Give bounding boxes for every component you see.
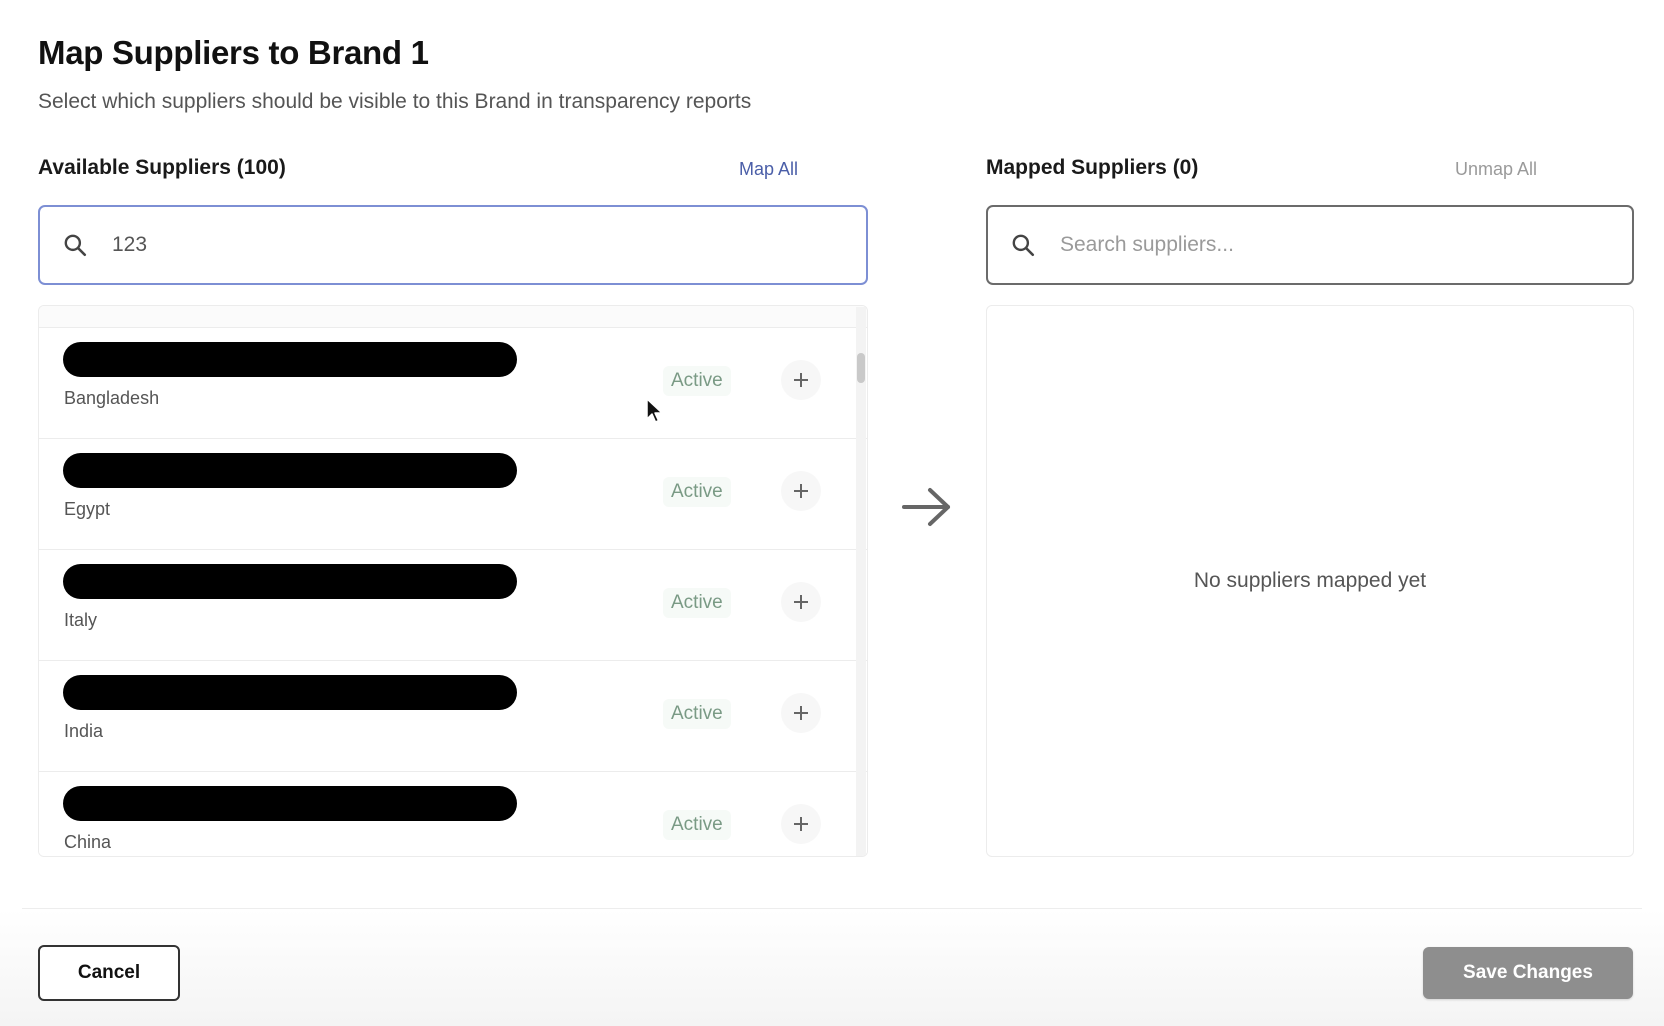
redacted-supplier-name — [63, 675, 517, 710]
list-top-spacer — [39, 306, 867, 328]
mouse-cursor-icon — [646, 398, 663, 423]
mapped-search-input[interactable] — [1060, 233, 1580, 257]
search-icon — [1008, 230, 1038, 260]
redacted-supplier-name — [63, 342, 517, 377]
empty-state-text: No suppliers mapped yet — [1193, 569, 1427, 592]
supplier-row: China Active — [39, 772, 867, 856]
list-scrollbar[interactable] — [856, 307, 866, 856]
status-badge: Active — [663, 366, 731, 396]
status-badge: Active — [663, 477, 731, 507]
search-icon — [60, 230, 90, 260]
status-badge: Active — [663, 699, 731, 729]
available-search-box[interactable] — [38, 205, 868, 285]
mapped-search-box[interactable] — [986, 205, 1634, 285]
mapped-suppliers-heading: Mapped Suppliers (0) — [986, 156, 1199, 179]
redacted-supplier-name — [63, 786, 517, 821]
plus-icon — [794, 706, 808, 720]
page-title: Map Suppliers to Brand 1 — [38, 34, 429, 71]
scrollbar-thumb[interactable] — [857, 353, 865, 383]
add-supplier-button[interactable] — [781, 693, 821, 733]
add-supplier-button[interactable] — [781, 582, 821, 622]
supplier-country: Italy — [64, 610, 98, 630]
status-badge: Active — [663, 810, 731, 840]
supplier-country: China — [64, 832, 112, 852]
unmap-all-link[interactable]: Unmap All — [1455, 159, 1537, 180]
add-supplier-button[interactable] — [781, 360, 821, 400]
map-all-link[interactable]: Map All — [739, 159, 798, 180]
footer-bar — [0, 909, 1664, 1026]
supplier-row: Bangladesh Active — [39, 328, 867, 439]
available-suppliers-heading: Available Suppliers (100) — [38, 156, 286, 179]
available-search-input[interactable] — [112, 233, 632, 257]
plus-icon — [794, 484, 808, 498]
redacted-supplier-name — [63, 453, 517, 488]
supplier-country: Egypt — [64, 499, 111, 519]
page-subtitle: Select which suppliers should be visible… — [38, 90, 752, 113]
cancel-button[interactable]: Cancel — [38, 945, 180, 1001]
supplier-row: Italy Active — [39, 550, 867, 661]
supplier-row: India Active — [39, 661, 867, 772]
plus-icon — [794, 373, 808, 387]
save-changes-button[interactable]: Save Changes — [1423, 947, 1633, 999]
add-supplier-button[interactable] — [781, 804, 821, 844]
arrow-right-icon — [902, 488, 950, 526]
plus-icon — [794, 817, 808, 831]
footer-divider — [22, 908, 1642, 909]
status-badge: Active — [663, 588, 731, 618]
mapped-suppliers-list: No suppliers mapped yet — [986, 305, 1634, 857]
add-supplier-button[interactable] — [781, 471, 821, 511]
plus-icon — [794, 595, 808, 609]
supplier-country: India — [64, 721, 104, 741]
supplier-country: Bangladesh — [64, 388, 160, 408]
supplier-row: Egypt Active — [39, 439, 867, 550]
redacted-supplier-name — [63, 564, 517, 599]
available-suppliers-list[interactable]: Bangladesh Active Egypt Active Italy Act… — [38, 305, 868, 857]
